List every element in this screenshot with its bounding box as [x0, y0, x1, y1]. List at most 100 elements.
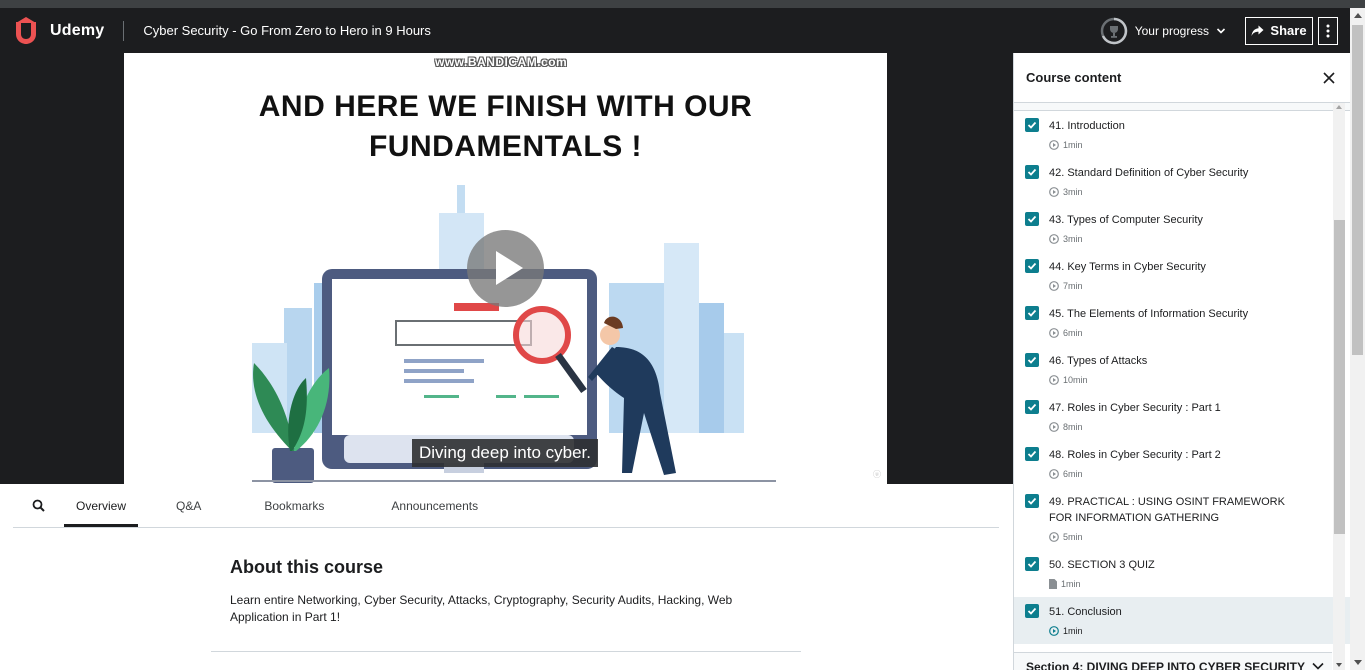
completed-checkbox[interactable]	[1025, 604, 1039, 618]
completed-checkbox[interactable]	[1025, 306, 1039, 320]
lecture-item[interactable]: 47. Roles in Cyber Security : Part 1 8min	[1014, 393, 1350, 440]
completed-checkbox[interactable]	[1025, 165, 1039, 179]
checkmark-icon	[1027, 262, 1037, 270]
completed-checkbox[interactable]	[1025, 259, 1039, 273]
lecture-item[interactable]: 50. SECTION 3 QUIZ 1min	[1014, 550, 1350, 597]
tab-overview[interactable]: Overview	[64, 484, 139, 527]
completed-checkbox[interactable]	[1025, 400, 1039, 414]
completed-checkbox[interactable]	[1025, 353, 1039, 367]
lecture-item[interactable]: 45. The Elements of Information Security…	[1014, 299, 1350, 346]
play-circle-icon	[1049, 187, 1059, 197]
section-4-header[interactable]: Section 4: DIVING DEEP INTO CYBER SECURI…	[1014, 652, 1332, 670]
sidebar-section-spacer	[1014, 103, 1350, 111]
monitor-magnifier-illustration	[252, 185, 776, 483]
play-button[interactable]	[467, 230, 544, 307]
lecture-title: 46. Types of Attacks	[1049, 355, 1148, 367]
checkmark-icon	[1027, 403, 1037, 411]
lecture-title: 45. The Elements of Information Security	[1049, 308, 1249, 320]
course-tabs: Overview Q&A Bookmarks Announcements	[13, 484, 999, 528]
checkmark-icon	[1027, 560, 1037, 568]
lecture-duration: 1min	[1063, 626, 1083, 636]
lecture-item[interactable]: 48. Roles in Cyber Security : Part 2 6min	[1014, 440, 1350, 487]
udemy-logo-icon	[16, 16, 36, 44]
lecture-item[interactable]: 44. Key Terms in Cyber Security 7min	[1014, 252, 1350, 299]
lecture-title: 50. SECTION 3 QUIZ	[1049, 559, 1155, 571]
sidebar-scroll-thumb[interactable]	[1334, 220, 1345, 534]
tab-search[interactable]	[13, 484, 64, 527]
chevron-down-icon	[1312, 662, 1324, 670]
bandicam-watermark: www.BANDICAM.com	[435, 55, 568, 69]
play-circle-icon	[1049, 140, 1059, 150]
page-scrollbar[interactable]	[1350, 8, 1365, 670]
lecture-item[interactable]: 43. Types of Computer Security 3min	[1014, 205, 1350, 252]
share-button[interactable]: Share	[1245, 16, 1313, 45]
lecture-item[interactable]: 51. Conclusion 1min	[1014, 597, 1350, 644]
search-icon	[32, 499, 45, 512]
lecture-item[interactable]: 46. Types of Attacks 10min	[1014, 346, 1350, 393]
checkmark-icon	[1027, 215, 1037, 223]
completed-checkbox[interactable]	[1025, 557, 1039, 571]
sidebar-scrollbar[interactable]	[1333, 103, 1345, 670]
document-icon	[1049, 579, 1057, 589]
logo-text: Udemy	[50, 21, 105, 39]
lecture-meta: 5min	[1049, 532, 1083, 542]
sidebar-title: Course content	[1026, 70, 1122, 85]
udemy-video-watermark: ⓤ	[873, 470, 881, 479]
play-circle-icon	[1049, 281, 1059, 291]
lecture-meta: 1min	[1049, 579, 1081, 589]
lecture-meta: 1min	[1049, 140, 1083, 150]
lecture-title: 44. Key Terms in Cyber Security	[1049, 261, 1206, 273]
scroll-down-arrow-icon[interactable]	[1336, 663, 1342, 667]
lecture-meta: 7min	[1049, 281, 1083, 291]
lecture-duration: 1min	[1061, 579, 1081, 589]
checkmark-icon	[1027, 450, 1037, 458]
lecture-item[interactable]: 41. Introduction 1min	[1014, 111, 1350, 158]
lecture-meta: 1min	[1049, 626, 1083, 636]
lecture-duration: 6min	[1063, 328, 1083, 338]
tab-bookmarks[interactable]: Bookmarks	[252, 484, 336, 527]
page-scroll-down-icon[interactable]	[1354, 660, 1362, 665]
lecture-duration: 5min	[1063, 532, 1083, 542]
lecture-title: 47. Roles in Cyber Security : Part 1	[1049, 402, 1221, 414]
lecture-duration: 3min	[1063, 187, 1083, 197]
sidebar-header: Course content	[1014, 53, 1350, 103]
video-player[interactable]: www.BANDICAM.com AND HERE WE FINISH WITH…	[0, 53, 1013, 484]
completed-checkbox[interactable]	[1025, 118, 1039, 132]
lecture-duration: 1min	[1063, 140, 1083, 150]
completed-checkbox[interactable]	[1025, 447, 1039, 461]
udemy-logo[interactable]: Udemy	[12, 8, 104, 53]
play-circle-icon	[1049, 532, 1059, 542]
lecture-title: 42. Standard Definition of Cyber Securit…	[1049, 167, 1249, 179]
play-circle-icon	[1049, 328, 1059, 338]
lecture-duration: 7min	[1063, 281, 1083, 291]
video-frame[interactable]: www.BANDICAM.com AND HERE WE FINISH WITH…	[124, 53, 887, 484]
lecture-item[interactable]: 49. PRACTICAL : USING OSINT FRAMEWORK FO…	[1014, 487, 1350, 550]
close-icon[interactable]	[1322, 71, 1336, 85]
page-scroll-thumb[interactable]	[1352, 25, 1363, 355]
course-title-link[interactable]: Cyber Security - Go From Zero to Hero in…	[143, 23, 431, 38]
share-arrow-icon	[1251, 25, 1264, 36]
lecture-item[interactable]: 42. Standard Definition of Cyber Securit…	[1014, 158, 1350, 205]
play-circle-icon	[1049, 234, 1059, 244]
course-content-sidebar: Course content 41. Introduction 1min 42. S…	[1013, 53, 1350, 670]
lecture-meta: 10min	[1049, 375, 1088, 385]
play-circle-icon	[1049, 375, 1059, 385]
lecture-title: 48. Roles in Cyber Security : Part 2	[1049, 449, 1221, 461]
tab-qa[interactable]: Q&A	[164, 484, 213, 527]
tab-announcements[interactable]: Announcements	[379, 484, 490, 527]
your-progress-dropdown[interactable]: Your progress	[1100, 17, 1226, 45]
video-caption: Diving deep into cyber.	[412, 439, 598, 467]
checkmark-icon	[1027, 121, 1037, 129]
lecture-meta: 3min	[1049, 187, 1083, 197]
scroll-up-arrow-icon[interactable]	[1336, 105, 1342, 109]
header-divider	[123, 20, 125, 41]
checkmark-icon	[1027, 607, 1037, 615]
page-scroll-up-icon[interactable]	[1354, 13, 1362, 18]
checkmark-icon	[1027, 168, 1037, 176]
checkmark-icon	[1027, 497, 1037, 505]
section-title: Section 4: DIVING DEEP INTO CYBER SECURI…	[1026, 660, 1305, 670]
completed-checkbox[interactable]	[1025, 212, 1039, 226]
completed-checkbox[interactable]	[1025, 494, 1039, 508]
more-options-button[interactable]	[1318, 16, 1338, 45]
share-label: Share	[1270, 23, 1307, 38]
